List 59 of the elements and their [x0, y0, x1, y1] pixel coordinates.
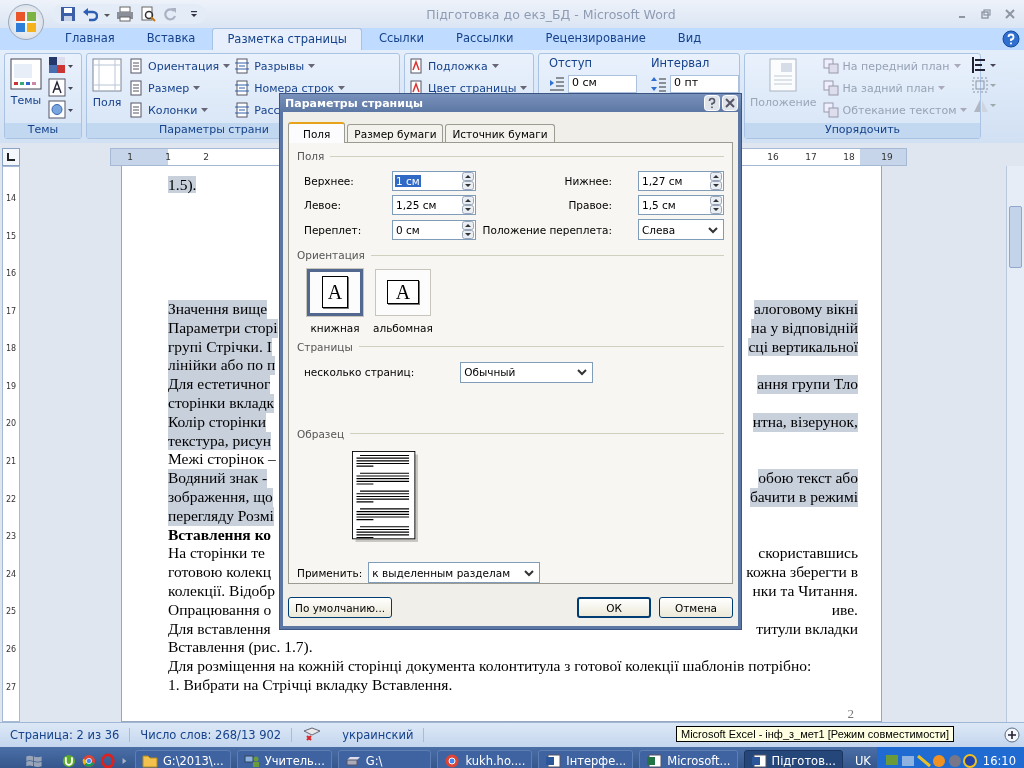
option-label: альбомная	[373, 321, 433, 334]
ruler-number: 21	[4, 458, 18, 469]
ruler-number: 18	[842, 151, 856, 164]
text-line: иве.	[831, 600, 858, 620]
spacing-label: Интервал	[651, 56, 711, 70]
field-label: Положение переплета:	[482, 223, 613, 236]
section-label: Ориентация	[297, 249, 365, 262]
ruler-number: 16	[4, 270, 18, 281]
field-label: Нижнее:	[563, 175, 613, 188]
ruler-number: 18	[4, 345, 18, 356]
ruler-number: 17	[4, 307, 18, 318]
text-line: Межі сторінок –	[168, 450, 276, 470]
ruler-number: 25	[4, 608, 18, 619]
text-line: скориставшись	[758, 544, 858, 564]
ruler-number: 27	[4, 683, 18, 694]
ruler-number: 16	[766, 151, 780, 164]
ruler-number: 2	[202, 151, 210, 164]
ruler-number: 22	[4, 495, 18, 506]
text-line: готовою колекц	[168, 563, 271, 582]
section-label: Образец	[297, 427, 345, 440]
field-label: Правое:	[567, 199, 613, 212]
field-label: несколько страниц:	[304, 366, 415, 379]
ruler-number: 19	[4, 382, 18, 393]
section-label: Поля	[297, 150, 325, 163]
section-label: Страницы	[297, 340, 353, 353]
ruler-number: 17	[804, 151, 818, 164]
field-label: Переплет:	[304, 223, 363, 236]
text-line: колекції. Відобр	[168, 581, 275, 601]
text-line: титули вкладки	[756, 619, 858, 639]
text-line: нки та Читання.	[752, 581, 858, 601]
ruler-number: 23	[4, 533, 18, 544]
ruler-number: 15	[4, 232, 18, 243]
option-label: книжная	[310, 321, 360, 334]
text-line: Опрацювання о	[168, 600, 272, 620]
group-label: Упорядочить	[745, 123, 980, 138]
group-label: Темы	[5, 123, 81, 138]
dialog-title: Параметры страницы	[285, 96, 423, 110]
text-line: 1. Вибрати на Стрічці вкладку Вставлення.	[168, 675, 453, 695]
field-label: Левое:	[304, 199, 342, 212]
ruler-number: 24	[4, 570, 18, 581]
ruler-number: 20	[4, 420, 18, 431]
window-title: Підготовка до екз_БД - Microsoft Word	[425, 6, 677, 22]
text-line: кожна зберегти в	[746, 563, 858, 582]
text-line: Вставлення (рис. 1.7).	[168, 638, 313, 658]
text-line: Вставлення ко	[168, 525, 272, 545]
ruler-number: 1	[164, 151, 172, 164]
field-label: Применить:	[297, 566, 363, 579]
caption-text: 1.5).	[168, 176, 197, 193]
ruler-number: 26	[4, 645, 18, 656]
tooltip: Microsoft Excel - інф_з_мет1 [Режим совместимости]	[676, 726, 954, 742]
text-line: Для вставлення	[168, 619, 271, 639]
text-line: Для розміщення на кожній сторінці документа колонтитула з готової колекції шаблонів потрібно:	[168, 657, 812, 676]
text-line: На сторінки те	[168, 544, 265, 564]
field-label: Верхнее:	[304, 175, 355, 188]
page-number: 2	[846, 704, 855, 723]
ruler-number: 1	[126, 151, 134, 164]
ruler-number: 14	[4, 195, 18, 205]
indent-label: Отступ	[549, 56, 594, 70]
ruler-number: 19	[880, 151, 894, 164]
